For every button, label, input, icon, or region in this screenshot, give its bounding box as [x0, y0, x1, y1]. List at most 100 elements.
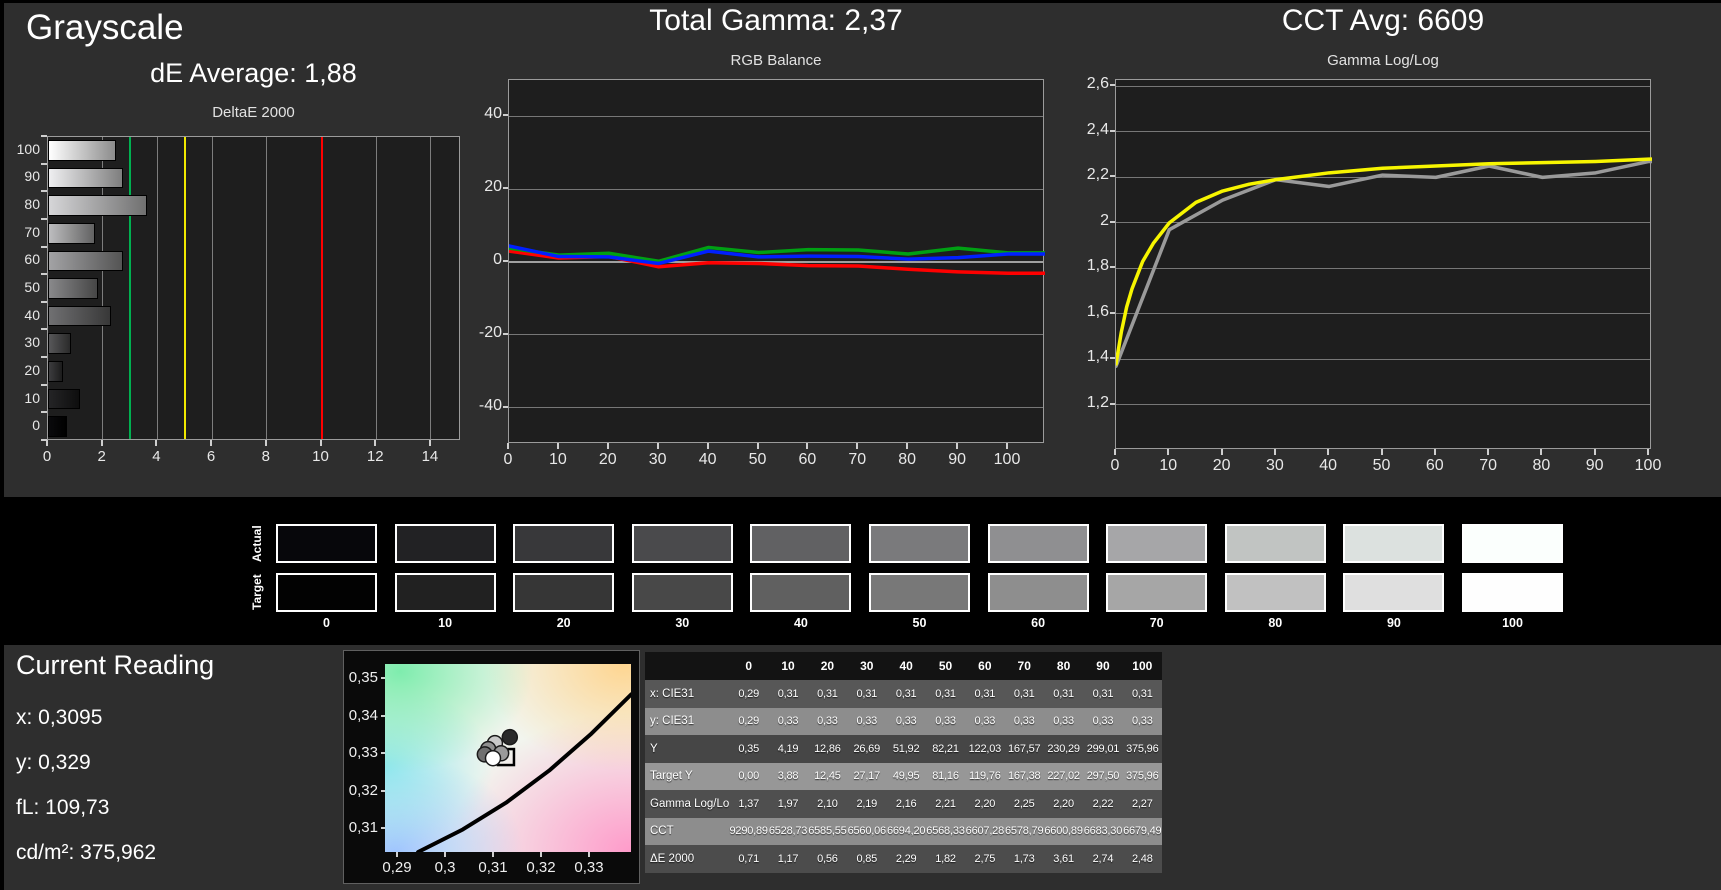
target-swatch-80 — [1224, 573, 1326, 612]
deltae-y-tick — [41, 411, 47, 414]
rgb-balance-chart-x-tick — [756, 443, 759, 449]
table-cell: 0,35 — [729, 735, 769, 763]
gridline — [211, 137, 213, 439]
deltae-x-axis-label: 6 — [206, 448, 216, 465]
swatch-level-label: 90 — [1386, 616, 1401, 630]
table-cell: 2,29 — [886, 845, 926, 873]
target-swatch-0 — [276, 573, 377, 612]
table-cell: 0,31 — [1122, 680, 1162, 708]
table-row-label: x: CIE31 — [645, 680, 729, 708]
deltae-bar-level-30 — [48, 333, 72, 355]
rgb-balance-chart-y-tick — [503, 114, 508, 117]
table-cell: 1,82 — [925, 845, 966, 873]
deltae-x-tick — [210, 440, 213, 446]
table-cell: 12,45 — [807, 762, 848, 790]
cie-overlay — [416, 692, 631, 852]
deltae-x-axis-label: 10 — [312, 448, 329, 465]
table-cell: 0,31 — [807, 680, 848, 708]
swatch-level-label: 80 — [1268, 616, 1283, 630]
gamma-loglog-chart-x-axis-label: 80 — [1532, 457, 1551, 474]
rgb-balance-chart-x-axis-label: 90 — [948, 451, 966, 468]
table-cell: 0,31 — [925, 680, 966, 708]
gamma-loglog-chart-x-tick — [1327, 449, 1330, 455]
rgb-balance-chart-x-tick — [856, 443, 859, 449]
gamma-loglog-chart-series-target — [1116, 157, 1652, 366]
cie-y-axis-label: 0,33 — [348, 744, 378, 762]
swatch-level-label: 10 — [438, 616, 453, 630]
deltae-y-axis-label: 60 — [24, 251, 40, 268]
table-row-label: Y — [645, 735, 729, 763]
table-cell: 1,37 — [729, 790, 769, 818]
gamma-loglog-chart-x-tick — [1220, 449, 1223, 455]
rgb-balance-chart-title: RGB Balance — [730, 52, 822, 69]
cie-x-tick — [444, 852, 446, 857]
deltae-chart-title: DeltaE 2000 — [212, 104, 295, 121]
deltae-bar-level-10 — [48, 388, 80, 410]
table-cell: 0,29 — [729, 680, 769, 708]
table-cell: 12,86 — [807, 735, 848, 763]
cie-measured-point — [484, 749, 502, 767]
cie-y-axis-label: 0,31 — [348, 819, 378, 837]
deltae-bar-level-40 — [48, 305, 111, 327]
rgb-balance-chart-y-tick — [503, 332, 508, 335]
gamma-loglog-chart-x-tick — [1647, 449, 1649, 455]
gamma-loglog-chart-x-tick — [1380, 449, 1383, 455]
cie-y-axis-label: 0,34 — [348, 706, 378, 724]
deltae-y-axis-label: 20 — [24, 361, 40, 378]
rgb-balance-chart-x-axis-label: 60 — [798, 451, 817, 468]
rgb-balance-chart-y-tick — [503, 187, 508, 190]
table-cell: 0,00 — [729, 762, 769, 790]
deltae-y-tick — [41, 356, 47, 359]
table-cell: 2,10 — [807, 790, 848, 818]
deltae-y-tick — [41, 190, 47, 193]
gamma-loglog-chart-y-axis-label: 1,4 — [1086, 348, 1109, 366]
table-cell: 0,33 — [1122, 707, 1162, 735]
table-cell: 230,29 — [1043, 735, 1084, 763]
swatch-level-label: 40 — [793, 616, 808, 630]
rgb-balance-chart-x-tick — [556, 443, 559, 449]
table-corner-cell — [645, 652, 729, 680]
deltae-x-axis-label: 2 — [97, 448, 106, 465]
table-cell: 2,75 — [965, 845, 1005, 873]
cie-x-axis-label: 0,3 — [434, 859, 456, 876]
table-cell: 9290,89 — [729, 817, 769, 845]
rgb-balance-chart-x-axis-label: 50 — [748, 451, 767, 468]
deltae-bar-level-80 — [48, 195, 147, 216]
deltae-y-axis-label: 50 — [24, 279, 40, 295]
cie-y-axis-label: 0,32 — [348, 781, 378, 799]
table-col-header: 90 — [1083, 652, 1123, 680]
rgb-balance-chart-x-axis-label: 100 — [993, 451, 1021, 468]
target-swatch-20 — [513, 573, 615, 612]
cie-x-tick — [396, 852, 398, 857]
gamma-loglog-chart-x-axis-label: 60 — [1425, 457, 1444, 474]
gamma-loglog-chart-x-axis-label: 100 — [1634, 457, 1662, 474]
gamma-loglog-chart-y-axis-label: 1,2 — [1086, 393, 1109, 411]
table-cell: 0,33 — [886, 707, 926, 735]
table-cell: 2,27 — [1122, 790, 1162, 818]
deltae-x-axis-label: 12 — [366, 448, 384, 465]
table-cell: 0,29 — [729, 707, 769, 735]
rgb-balance-chart-x-axis-label: 40 — [698, 451, 717, 468]
gamma-loglog-chart-y-tick — [1110, 220, 1115, 223]
gamma-loglog-chart-y-axis-label: 2,6 — [1086, 75, 1109, 93]
deltae-y-tick — [41, 135, 47, 137]
table-cell: 0,33 — [925, 707, 966, 735]
gamma-loglog-chart — [1115, 79, 1652, 449]
actual-swatch-60 — [987, 524, 1089, 563]
page-title: Grayscale — [26, 8, 184, 47]
cie-chart-panel: 0,35 0,34 0,33 0,32 0,31 0,29 0,3 0,31 0,32 0,33 — [343, 650, 640, 884]
cie-y-tick — [381, 677, 385, 680]
table-cell: 375,96 — [1122, 762, 1162, 790]
gamma-loglog-chart-x-axis-label: 70 — [1479, 457, 1497, 474]
rgb-balance-chart-x-tick — [1006, 443, 1008, 449]
deltae-bar-level-100 — [48, 140, 116, 161]
table-cell: 2,48 — [1122, 845, 1162, 873]
table-row-label: Target Y — [645, 762, 729, 790]
table-cell: 2,20 — [1043, 790, 1084, 818]
table-row-label: y: CIE31 — [645, 707, 729, 735]
rgb-balance-chart-x-axis-label: 80 — [898, 451, 917, 468]
gamma-loglog-chart-x-tick — [1167, 449, 1170, 455]
actual-swatch-50 — [869, 524, 970, 563]
table-cell: 1,17 — [768, 845, 808, 873]
deltae-bar-level-50 — [48, 278, 98, 299]
